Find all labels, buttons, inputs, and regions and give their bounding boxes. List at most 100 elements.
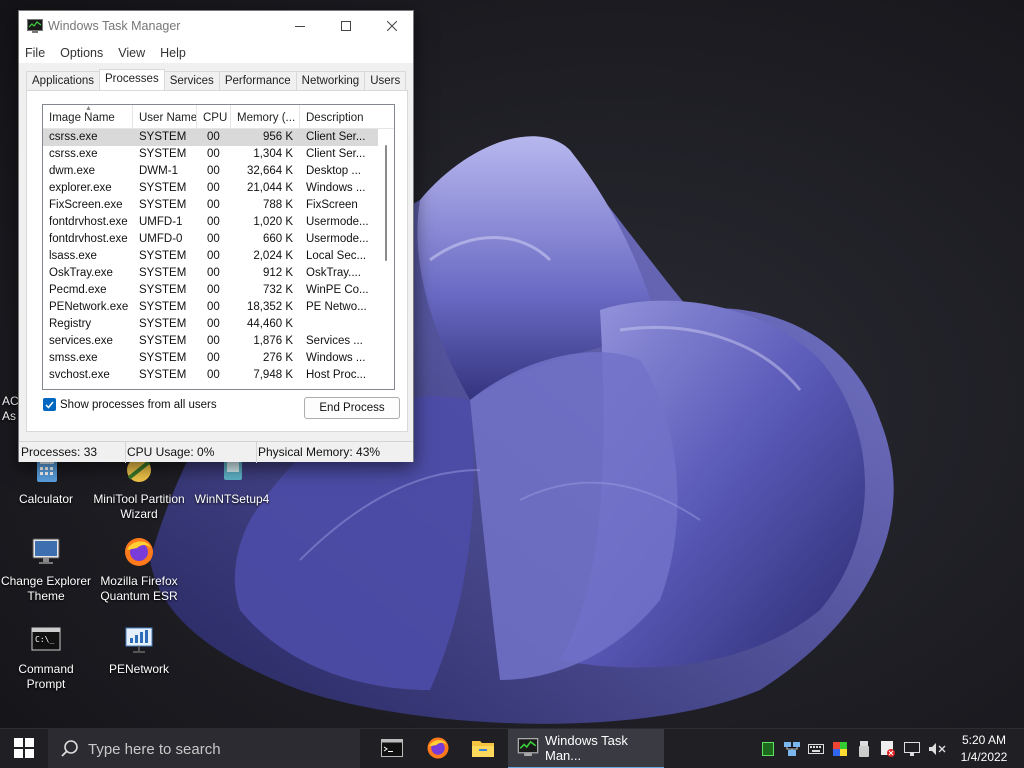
- cell-name: OskTray.exe: [49, 267, 113, 279]
- table-row[interactable]: dwm.exe DWM-1 00 32,664 K Desktop ...: [43, 163, 380, 180]
- process-list-header: ▲ Image Name User Name CPU Memory (... D…: [43, 105, 394, 129]
- table-row[interactable]: explorer.exe SYSTEM 00 21,044 K Windows ...: [43, 180, 380, 197]
- cell-mem: 44,460 K: [246, 318, 293, 330]
- start-button[interactable]: [0, 729, 48, 768]
- close-button[interactable]: [369, 11, 415, 42]
- cell-name: csrss.exe: [49, 131, 98, 143]
- menu-bar: File Options View Help: [19, 42, 413, 63]
- tray-green-app-icon[interactable]: [756, 729, 780, 768]
- search-placeholder: Type here to search: [88, 740, 221, 758]
- desktop-icon-minitool[interactable]: MiniTool Partition Wizard: [93, 454, 185, 522]
- tab-networking[interactable]: Networking: [295, 71, 366, 90]
- cell-cpu: 00: [207, 369, 220, 381]
- table-row[interactable]: Registry SYSTEM 00 44,460 K: [43, 316, 380, 333]
- tray-color-icon[interactable]: [828, 729, 852, 768]
- maximize-button[interactable]: [323, 11, 369, 42]
- taskbar-clock[interactable]: 5:20 AM 1/4/2022: [955, 732, 1013, 766]
- column-label: Description: [306, 112, 364, 124]
- scrollbar-thumb[interactable]: [385, 145, 387, 261]
- tray-shield-x-icon[interactable]: [876, 729, 900, 768]
- taskbar-search-box[interactable]: Type here to search: [48, 729, 360, 768]
- menu-file[interactable]: File: [25, 46, 45, 60]
- title-bar[interactable]: Windows Task Manager: [19, 11, 413, 42]
- table-row[interactable]: FixScreen.exe SYSTEM 00 788 K FixScreen: [43, 197, 380, 214]
- tray-monitor-network-icon[interactable]: [900, 729, 924, 768]
- cell-name: Registry: [49, 318, 92, 330]
- tray-usb-icon[interactable]: [852, 729, 876, 768]
- cell-desc: Windows ...: [306, 352, 366, 364]
- taskbar-file-explorer-button[interactable]: [461, 729, 505, 768]
- checkbox-checked-icon[interactable]: [43, 398, 56, 411]
- cell-desc: Host Proc...: [306, 369, 367, 381]
- network-icon: [123, 624, 155, 656]
- status-cpu-usage: CPU Usage: 0%: [126, 442, 257, 463]
- desktop-icon-penetwork[interactable]: PENetwork: [93, 624, 185, 677]
- taskbar-task-label: Windows Task Man...: [545, 733, 628, 763]
- table-row[interactable]: fontdrvhost.exe UMFD-1 00 1,020 K Usermode..…: [43, 214, 380, 231]
- cell-user: UMFD-1: [139, 216, 183, 228]
- column-label: User Name: [139, 112, 197, 124]
- column-image-name[interactable]: ▲ Image Name: [43, 105, 133, 129]
- end-process-button[interactable]: End Process: [304, 397, 400, 419]
- desktop-icon-command-prompt[interactable]: C:\_ Command Prompt: [0, 624, 92, 692]
- cell-user: SYSTEM: [139, 148, 187, 160]
- table-row[interactable]: lsass.exe SYSTEM 00 2,024 K Local Sec...: [43, 248, 380, 265]
- cell-desc: PE Netwo...: [306, 301, 367, 313]
- menu-view[interactable]: View: [118, 46, 145, 60]
- tab-users[interactable]: Users: [364, 71, 407, 90]
- table-row[interactable]: csrss.exe SYSTEM 00 1,304 K Client Ser...: [43, 146, 380, 163]
- cell-desc: Services ...: [306, 335, 363, 347]
- table-row[interactable]: PENetwork.exe SYSTEM 00 18,352 K PE Netwo...: [43, 299, 380, 316]
- cell-mem: 732 K: [262, 284, 293, 296]
- tray-network-share-icon[interactable]: [780, 729, 804, 768]
- table-row[interactable]: OskTray.exe SYSTEM 00 912 K OskTray....: [43, 265, 380, 282]
- tray-keyboard-icon[interactable]: [804, 729, 828, 768]
- table-row[interactable]: services.exe SYSTEM 00 1,876 K Services ...: [43, 333, 380, 350]
- cell-user: SYSTEM: [139, 301, 187, 313]
- tab-applications[interactable]: Applications: [26, 71, 101, 90]
- cell-user: SYSTEM: [139, 284, 187, 296]
- tab-performance[interactable]: Performance: [218, 71, 297, 90]
- menu-options[interactable]: Options: [60, 46, 103, 60]
- process-list[interactable]: ▲ Image Name User Name CPU Memory (... D…: [42, 104, 395, 390]
- cell-cpu: 00: [207, 148, 220, 160]
- cell-cpu: 00: [207, 182, 220, 194]
- table-row[interactable]: fontdrvhost.exe UMFD-0 00 660 K Usermode...: [43, 231, 380, 248]
- cell-cpu: 00: [207, 335, 220, 347]
- cell-name: fontdrvhost.exe: [49, 216, 128, 228]
- processes-panel: ▲ Image Name User Name CPU Memory (... D…: [26, 90, 408, 432]
- taskbar-firefox-button[interactable]: [416, 729, 460, 768]
- close-icon: [386, 20, 398, 34]
- table-row[interactable]: Pecmd.exe SYSTEM 00 732 K WinPE Co...: [43, 282, 380, 299]
- table-row[interactable]: smss.exe SYSTEM 00 276 K Windows ...: [43, 350, 380, 367]
- table-row[interactable]: svchost.exe SYSTEM 00 7,948 K Host Proc...: [43, 367, 380, 384]
- show-all-users-label: Show processes from all users: [60, 398, 217, 411]
- cell-desc: [300, 316, 370, 333]
- cell-user: SYSTEM: [139, 267, 187, 279]
- desktop-icon-firefox[interactable]: Mozilla Firefox Quantum ESR: [93, 536, 185, 604]
- taskbar-cmd-button[interactable]: [370, 729, 414, 768]
- cell-cpu: 00: [207, 301, 220, 313]
- clock-date: 1/4/2022: [960, 750, 1008, 764]
- desktop-icon-change-explorer-theme[interactable]: Change Explorer Theme: [0, 536, 92, 604]
- tab-services[interactable]: Services: [163, 71, 220, 90]
- tab-processes[interactable]: Processes: [99, 69, 165, 91]
- window-title: Windows Task Manager: [48, 19, 181, 33]
- vertical-scrollbar[interactable]: [378, 129, 394, 389]
- column-user-name[interactable]: User Name: [133, 105, 197, 129]
- column-memory[interactable]: Memory (...: [231, 105, 300, 129]
- cell-user: SYSTEM: [139, 369, 187, 381]
- search-icon: [60, 739, 80, 759]
- cell-cpu: 00: [207, 318, 220, 330]
- task-manager-window[interactable]: Windows Task Manager File Options View H…: [18, 10, 414, 463]
- show-all-users-checkbox[interactable]: Show processes from all users: [43, 398, 217, 411]
- tray-volume-muted-icon[interactable]: [925, 729, 949, 768]
- column-description[interactable]: Description: [300, 105, 380, 129]
- menu-help[interactable]: Help: [160, 46, 186, 60]
- taskbar-task-manager-button[interactable]: Windows Task Man...: [508, 729, 664, 768]
- cell-cpu: 00: [207, 131, 220, 143]
- table-row[interactable]: csrss.exe SYSTEM 00 956 K Client Ser...: [43, 129, 380, 146]
- cell-desc: OskTray....: [306, 267, 361, 279]
- minimize-button[interactable]: [277, 11, 323, 42]
- column-cpu[interactable]: CPU: [197, 105, 231, 129]
